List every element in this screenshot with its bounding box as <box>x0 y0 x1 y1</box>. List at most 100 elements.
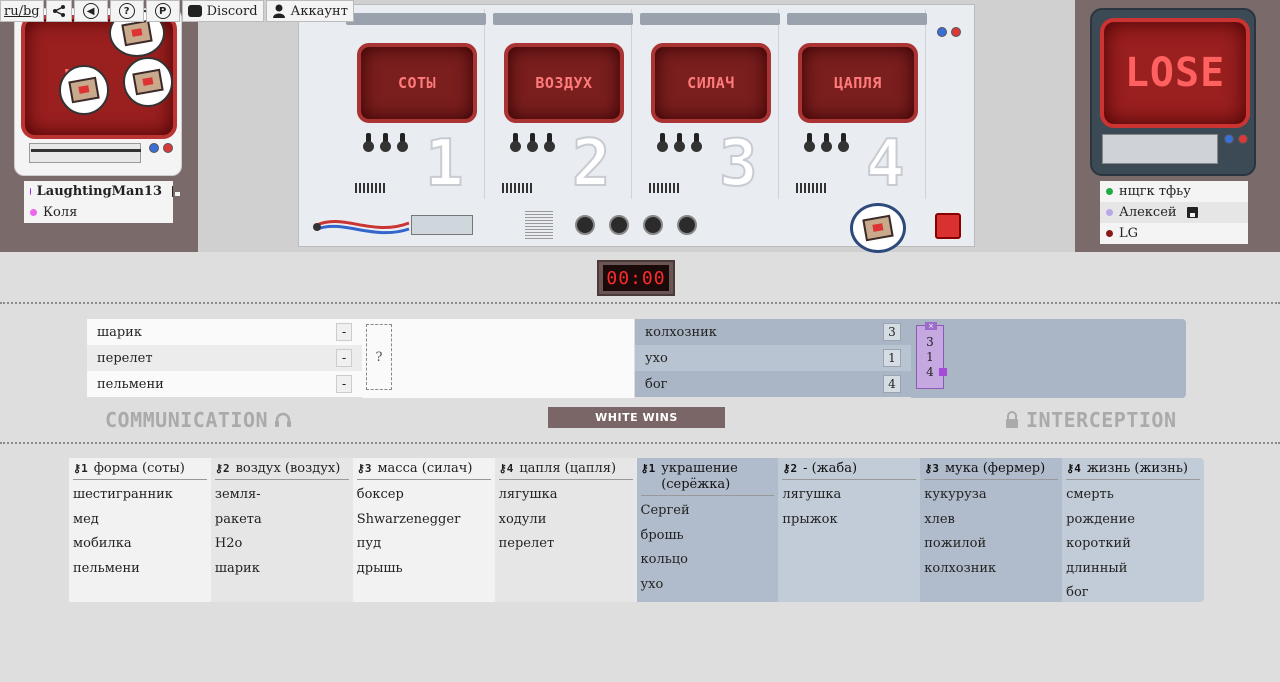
left-team-list: LaughtingMan13 Коля <box>24 181 180 223</box>
lock-icon <box>1006 411 1018 428</box>
share-button[interactable] <box>45 0 72 22</box>
communication-label: COMMUNICATION <box>105 408 292 432</box>
history-title: мука (фермер) <box>944 461 1046 476</box>
key-icon: ⚷4 <box>1066 462 1081 475</box>
discord-button[interactable]: Discord <box>181 0 264 22</box>
close-icon[interactable]: × <box>925 322 937 330</box>
clue-row: шарик - <box>87 319 362 345</box>
remove-clue-button[interactable]: - <box>336 375 352 393</box>
history-item: смерть <box>1066 487 1114 502</box>
megaphone-icon: ◀ <box>82 3 99 19</box>
code-digit: 4 <box>926 364 934 379</box>
key-icon: ⚷1 <box>640 462 656 475</box>
divider <box>0 302 1280 304</box>
right-screen-text: LOSE <box>1124 50 1226 96</box>
red-light-icon <box>163 143 173 153</box>
device-slider <box>1102 134 1218 164</box>
help-button[interactable]: ? <box>109 0 144 22</box>
player-name: Алексей <box>1119 205 1177 220</box>
clue-number: 1 <box>883 349 901 367</box>
key-icon: ⚷1 <box>73 462 88 475</box>
red-light-icon <box>951 27 961 37</box>
history-item: шарик <box>214 560 260 576</box>
code-guess-box[interactable]: ? <box>366 324 392 390</box>
history-item: ракета <box>214 511 262 527</box>
player-color-dot <box>30 209 37 216</box>
key-icon: ⚷3 <box>924 462 939 475</box>
keyword: воздух <box>535 74 593 92</box>
history-item: мед <box>73 511 99 527</box>
help-icon: ? <box>118 3 135 19</box>
opponent-clues-panel: колхозник 3 ухо 1 бог 4 <box>635 319 911 397</box>
communication-text: COMMUNICATION <box>105 408 269 432</box>
room-url-link[interactable]: ru/bg <box>0 0 44 22</box>
slot-number: 4 <box>865 126 906 202</box>
player-name: LG <box>1119 226 1139 241</box>
drag-handle[interactable] <box>939 368 947 376</box>
history-item: длинный <box>1066 560 1128 576</box>
remove-clue-button[interactable]: - <box>336 323 352 341</box>
history-item: ухо <box>640 576 664 592</box>
history-column-opp-1: ⚷1 украшение (серёжка) Сергей брошь кольц… <box>636 458 779 602</box>
opponent-clue-row: ухо 1 <box>635 345 911 371</box>
team-player-row: Алексей <box>1100 202 1248 223</box>
own-clues-panel: шарик - перелет - пельмени - <box>87 319 362 397</box>
interception-code-box[interactable]: × 3 1 4 <box>916 322 947 389</box>
keyword: соты <box>397 74 437 92</box>
player-color-dot <box>1106 230 1113 237</box>
slider-line <box>31 149 141 152</box>
keyword: силач <box>687 74 735 92</box>
share-icon <box>52 5 65 17</box>
announce-button[interactable]: ◀ <box>73 0 108 22</box>
history-item: Сергей <box>640 503 690 518</box>
history-item: пуд <box>356 536 382 551</box>
clue-text: бог <box>645 376 668 392</box>
keyword-slot-4: цапля 4 <box>784 9 927 202</box>
timer-display: 00:00 <box>603 265 669 291</box>
history-item: мобилка <box>73 536 132 551</box>
account-label: Аккаунт <box>290 3 348 19</box>
divider <box>0 442 1280 444</box>
right-team-screen: LOSE <box>1100 18 1250 128</box>
cables-icon <box>313 220 410 235</box>
switch-panel <box>411 215 473 235</box>
player-name: LaughtingMan13 <box>36 184 163 199</box>
speaker-grille <box>525 209 553 239</box>
key-icon: ⚷2 <box>214 462 230 475</box>
dial-knob <box>609 215 629 235</box>
history-item: земля- <box>214 487 261 502</box>
history-item: дрышь <box>356 560 403 576</box>
top-band: WI LaughtingMan13 Коля соты 1 <box>0 0 1280 253</box>
clue-text: шарик <box>97 324 142 340</box>
round-timer: 00:00 <box>597 260 675 296</box>
remove-clue-button[interactable]: - <box>336 349 352 367</box>
player-color-dot <box>1106 188 1113 195</box>
keyword-monitor: цапля <box>798 43 918 123</box>
left-team-device: WI <box>14 8 182 176</box>
headphones-icon <box>275 412 292 427</box>
history-item: Shwarzenegger <box>356 511 461 527</box>
history-item: H2o <box>214 536 243 551</box>
device-slider <box>29 143 141 163</box>
history-item: прыжок <box>782 511 838 527</box>
code-digit: 3 <box>926 334 934 349</box>
history-item: брошь <box>640 527 684 543</box>
history-column-opp-4: ⚷4 жизнь (жизнь) смерть рождение короткий… <box>1062 458 1204 602</box>
right-team-list: нщгк тфьу Алексей LG <box>1100 181 1248 244</box>
blue-light-icon <box>149 143 159 153</box>
discord-icon <box>187 5 202 17</box>
account-button[interactable]: Аккаунт <box>265 0 354 22</box>
rules-button[interactable]: P <box>145 0 180 22</box>
history-item: рождение <box>1066 511 1135 527</box>
code-digit: 1 <box>926 349 934 364</box>
clue-text: пельмени <box>97 376 164 392</box>
history-item: перелет <box>498 536 555 551</box>
clue-text: ухо <box>645 350 668 366</box>
history-item: боксер <box>356 487 404 502</box>
red-action-button[interactable] <box>935 213 961 239</box>
keyword-monitor: силач <box>651 43 771 123</box>
history-column-own-3: ⚷3 масса (силач) боксер Shwarzenegger пуд… <box>352 458 495 602</box>
keyword-slot-1: соты 1 <box>343 9 486 202</box>
team-player-row: Коля <box>24 202 173 223</box>
user-icon <box>272 4 285 18</box>
